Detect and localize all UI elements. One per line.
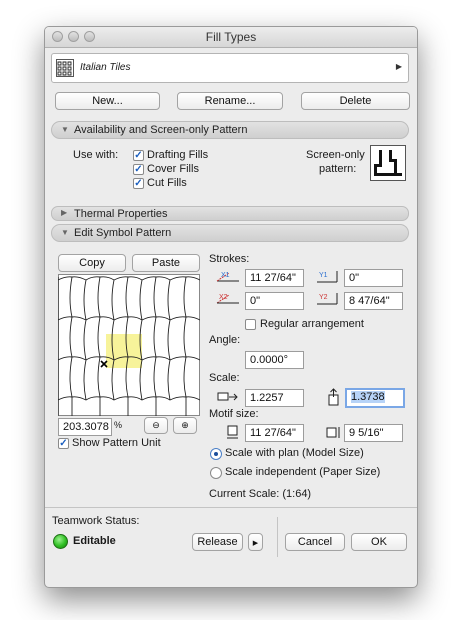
screen-only-label: Screen-only (306, 149, 365, 161)
x1-stroke-icon: X1 (216, 272, 239, 282)
cover-fills-label: Cover Fills (147, 163, 199, 175)
rename-button[interactable]: Rename... (177, 92, 283, 110)
zoom-value-field[interactable]: 203.3078 (58, 418, 112, 436)
triangle-right-icon: ▶ (395, 62, 402, 71)
svg-text:Y2: Y2 (319, 294, 328, 301)
scale-with-plan-label: Scale with plan (Model Size) (225, 447, 364, 459)
y2-stroke-icon: Y2 (317, 293, 338, 305)
scale-x-field[interactable]: 1.2257 (245, 389, 304, 407)
cut-fills-label: Cut Fills (147, 177, 187, 189)
scale-label: Scale: (209, 372, 240, 384)
y2-field[interactable]: 8 47/64" (344, 292, 403, 310)
drafting-fills-label: Drafting Fills (147, 149, 209, 161)
zoom-out-button[interactable]: ⊖ (144, 417, 168, 434)
scale-independent-radio[interactable] (210, 467, 222, 479)
fill-type-selector[interactable]: Italian Tiles ▶ (51, 53, 409, 83)
thermal-section-header[interactable]: ▶ Thermal Properties (51, 206, 409, 221)
angle-field[interactable]: 0.0000° (245, 351, 304, 369)
fill-name: Italian Tiles (80, 62, 131, 73)
x2-stroke-icon: X2 (216, 294, 239, 304)
teamwork-status-label: Teamwork Status: (52, 515, 140, 527)
pattern-preview-canvas[interactable] (58, 274, 200, 416)
scale-independent-label: Scale independent (Paper Size) (225, 466, 381, 478)
zoom-in-button[interactable]: ⊕ (173, 417, 197, 434)
edit-symbol-header-label: Edit Symbol Pattern (74, 227, 172, 239)
drafting-fills-checkbox[interactable]: ✓ (133, 150, 144, 161)
release-menu-button[interactable]: ▶ (248, 533, 263, 551)
motif-width-icon (326, 427, 340, 438)
zoom-out-icon: ⊖ (152, 420, 160, 430)
horizontal-scale-icon (217, 392, 238, 401)
show-pattern-unit-checkbox[interactable]: ✓ (58, 438, 69, 449)
show-pattern-unit-label: Show Pattern Unit (72, 437, 161, 449)
screen-only-pattern-icon[interactable] (370, 145, 406, 181)
disclosure-closed-icon: ▶ (61, 208, 68, 217)
new-button[interactable]: New... (55, 92, 160, 110)
motif-height-icon (227, 425, 238, 439)
vertical-scale-icon (328, 388, 339, 406)
availability-header-label: Availability and Screen-only Pattern (74, 124, 248, 136)
screen-only-pattern-label: pattern: (319, 163, 357, 175)
y1-stroke-icon: Y1 (317, 271, 338, 283)
fill-preview-icon (56, 59, 74, 77)
regular-arrangement-label: Regular arrangement (260, 318, 364, 330)
svg-text:X1: X1 (221, 272, 230, 279)
svg-text:Y1: Y1 (319, 272, 328, 279)
availability-section-header[interactable]: ▼ Availability and Screen-only Pattern (51, 121, 409, 139)
scale-y-field[interactable]: 1.3738 (345, 388, 405, 408)
triangle-right-icon: ▶ (252, 540, 259, 547)
footer-vertical-divider (277, 517, 278, 557)
radio-selected-dot (214, 452, 218, 456)
release-button[interactable]: Release (192, 533, 243, 551)
y1-field[interactable]: 0" (344, 269, 403, 287)
motif-width-field[interactable]: 11 27/64" (245, 424, 304, 442)
x2-field[interactable]: 0" (245, 292, 304, 310)
motif-height-field[interactable]: 9 5/16" (344, 424, 403, 442)
thermal-header-label: Thermal Properties (74, 208, 168, 220)
ok-button[interactable]: OK (351, 533, 407, 551)
x1-field[interactable]: 11 27/64" (245, 269, 304, 287)
scale-with-plan-radio[interactable] (210, 448, 222, 460)
cover-fills-checkbox[interactable]: ✓ (133, 164, 144, 175)
scale-y-selected-text: 1.3738 (351, 391, 385, 403)
angle-label: Angle: (209, 334, 241, 346)
fill-types-dialog: Fill Types Italian Tiles ▶ New... Rename… (44, 26, 418, 588)
svg-text:X2: X2 (219, 294, 228, 301)
status-indicator-icon (53, 534, 68, 549)
title-bar: Fill Types (45, 27, 417, 48)
window-title: Fill Types (205, 30, 257, 44)
delete-button[interactable]: Delete (301, 92, 410, 110)
use-with-label: Use with: (73, 149, 119, 161)
zoom-in-icon: ⊕ (181, 420, 189, 430)
copy-button[interactable]: Copy (58, 254, 126, 272)
paste-button[interactable]: Paste (132, 254, 200, 272)
edit-symbol-section-header[interactable]: ▼ Edit Symbol Pattern (51, 224, 409, 242)
cut-fills-checkbox[interactable]: ✓ (133, 178, 144, 189)
strokes-label: Strokes: (209, 253, 250, 265)
cancel-button[interactable]: Cancel (285, 533, 345, 551)
footer-divider (45, 507, 417, 508)
current-scale-label: Current Scale: (1:64) (209, 488, 312, 500)
zoom-unit-label: % (114, 420, 123, 430)
teamwork-status-value: Editable (73, 535, 116, 547)
regular-arrangement-checkbox[interactable] (245, 319, 256, 330)
disclosure-open-icon: ▼ (61, 125, 69, 134)
disclosure-open-icon: ▼ (61, 228, 69, 237)
motif-size-label: Motif size: (209, 408, 259, 420)
